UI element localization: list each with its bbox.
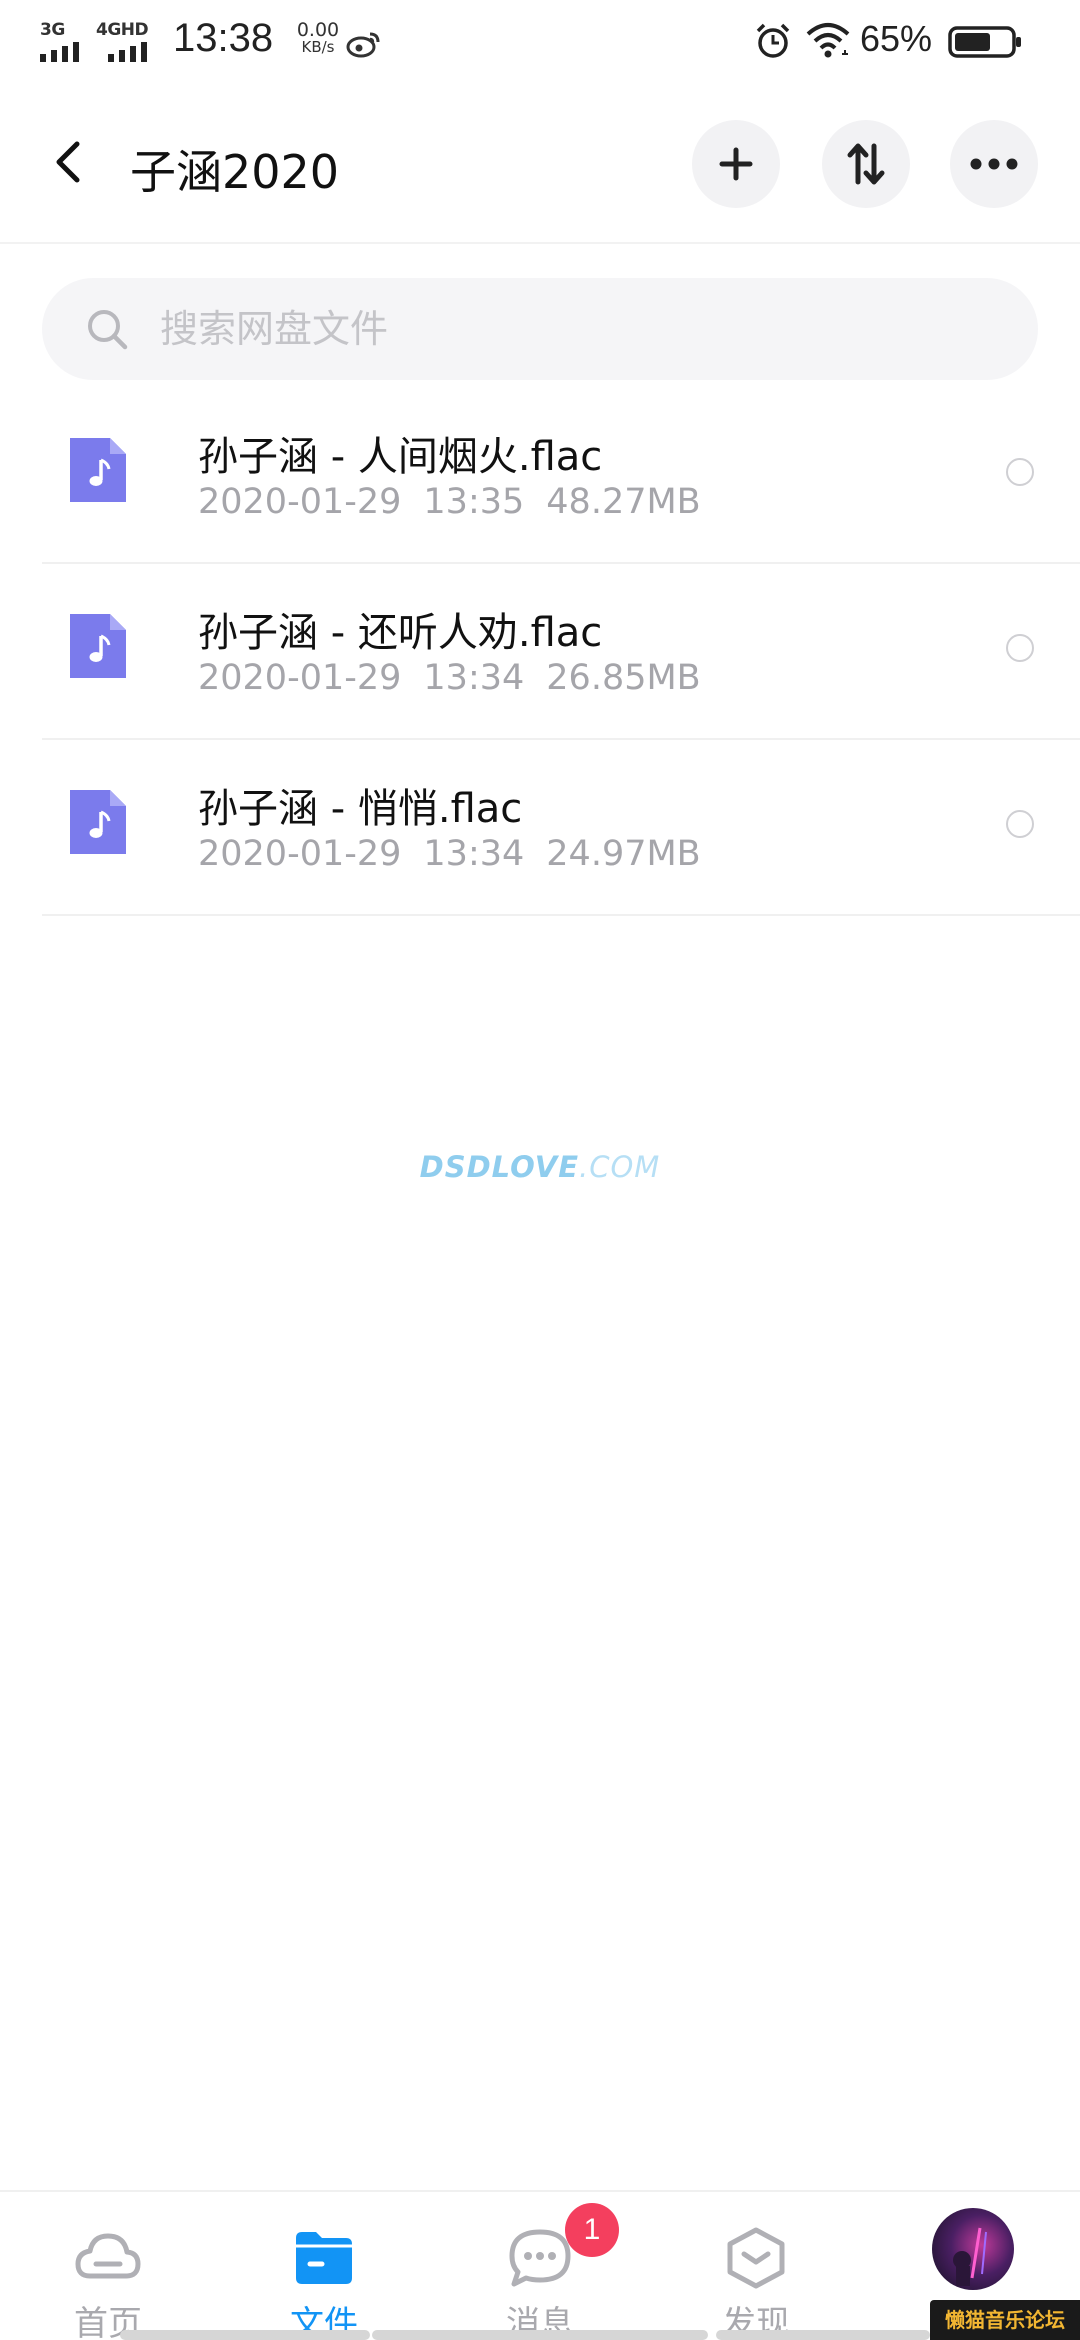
file-row[interactable]: 孙子涵 - 还听人劝.flac 2020-01-29 13:34 26.85MB [42,564,1080,740]
file-time: 13:35 [423,482,525,522]
folder-icon [296,2232,352,2284]
alarm-clock-icon [756,23,790,58]
file-size: 24.97MB [546,834,701,874]
tab-files[interactable]: 文件 [216,2192,432,2340]
forum-logo: 懒猫音乐论坛 [930,2300,1080,2340]
music-file-icon [70,790,126,854]
wifi-icon [806,23,850,58]
more-dots-icon [970,158,1018,170]
watermark-main: DSDLOVE [419,1150,580,1184]
file-time: 13:34 [423,834,525,874]
more-options-button[interactable] [950,120,1038,208]
network-type-label: 3G [40,20,65,40]
file-row[interactable]: 孙子涵 - 人间烟火.flac 2020-01-29 13:35 48.27MB [42,388,1080,564]
search-input[interactable] [160,300,980,358]
select-radio[interactable] [1006,810,1034,838]
back-button[interactable] [40,124,96,200]
chevron-left-icon [56,141,80,183]
file-row[interactable]: 孙子涵 - 悄悄.flac 2020-01-29 13:34 24.97MB [42,740,1080,916]
weibo-icon [346,32,380,58]
file-name: 孙子涵 - 还听人劝.flac [198,610,603,656]
discover-hexagon-icon [727,2227,785,2289]
file-date: 2020-01-29 [198,482,402,522]
gesture-bar-segment [120,2330,370,2340]
gesture-bar-segment [716,2330,930,2340]
search-icon [88,310,128,350]
file-time: 13:34 [423,658,525,698]
unread-badge: 1 [565,2203,619,2257]
status-bar: 3G 4GHD 13:38 0.00 KB/s 65% [0,0,1080,84]
music-file-icon [70,614,126,678]
file-list: 孙子涵 - 人间烟火.flac 2020-01-29 13:35 48.27MB 孙… [0,388,1080,916]
file-meta: 2020-01-29 13:34 26.85MB [198,658,701,698]
file-name: 孙子涵 - 悄悄.flac [198,786,523,832]
status-time: 13:38 [173,16,274,60]
gesture-bar-segment [372,2330,708,2340]
music-file-icon [70,438,126,502]
file-date: 2020-01-29 [198,834,402,874]
watermark-suffix: .COM [579,1150,661,1184]
net-speed-value: 0.00 [296,19,340,41]
bottom-tab-bar: 首页 文件 消息 发现 [0,2190,1080,2340]
file-meta: 2020-01-29 13:34 24.97MB [198,834,701,874]
page-title: 子涵2020 [130,145,340,199]
battery-percent: 65% [860,18,933,59]
cloud-icon [75,2233,141,2279]
net-speed: 0.00 KB/s [288,19,348,56]
sort-button[interactable] [822,120,910,208]
watermark-text: DSDLOVE.COM [0,1150,1080,1184]
file-meta: 2020-01-29 13:35 48.27MB [198,482,701,522]
file-date: 2020-01-29 [198,658,402,698]
select-radio[interactable] [1006,634,1034,662]
sort-arrows-icon [847,143,885,185]
file-size: 26.85MB [546,658,701,698]
network-type-label: 4GHD [96,20,149,40]
app-header: 子涵2020 [0,84,1080,244]
net-speed-unit: KB/s [301,38,335,56]
search-bar[interactable] [42,278,1038,380]
add-button[interactable] [692,120,780,208]
plus-icon [719,147,753,181]
avatar[interactable] [932,2208,1014,2290]
file-size: 48.27MB [546,482,701,522]
file-name: 孙子涵 - 人间烟火.flac [198,434,603,480]
battery-icon [948,26,1021,58]
avatar-image [953,2227,987,2286]
app-screen: 3G 4GHD 13:38 0.00 KB/s 65% 子涵2020 搜索网盘文… [0,0,1080,2340]
tab-discover[interactable]: 发现 [648,2192,864,2340]
tab-messages[interactable]: 消息 [432,2192,648,2340]
select-radio[interactable] [1006,458,1034,486]
tab-home[interactable]: 首页 [0,2192,216,2340]
